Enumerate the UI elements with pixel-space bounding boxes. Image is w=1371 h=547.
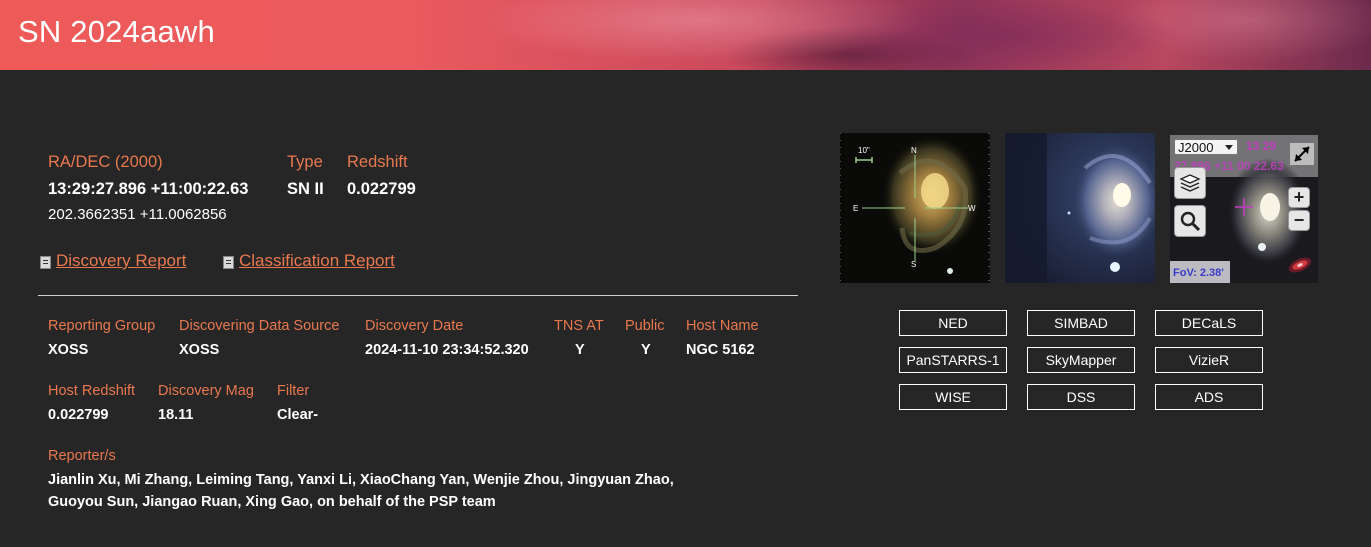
classification-report-link[interactable]: Classification Report [223, 251, 395, 271]
compass-south: S [911, 260, 916, 269]
filter-label: Filter [277, 383, 310, 399]
discovery-date-label: Discovery Date [365, 318, 464, 334]
tns-at-label: TNS AT [554, 318, 604, 334]
reporting-group-label: Reporting Group [48, 318, 156, 334]
page-title: SN 2024aawh [18, 14, 215, 49]
discovery-report-link[interactable]: Discovery Report [40, 251, 186, 271]
ned-button[interactable]: NED [899, 310, 1007, 336]
wise-button[interactable]: WISE [899, 384, 1007, 410]
header-banner: SN 2024aawh [0, 0, 1371, 70]
aladin-viewer[interactable]: J2000 13 29 27.896 +11 00 22.63 + − FoV:… [1170, 135, 1318, 283]
search-icon[interactable] [1174, 205, 1206, 237]
type-value: SN II [287, 180, 324, 198]
coords-label: RA/DEC (2000) [48, 153, 163, 171]
section-divider [38, 295, 798, 296]
host-name-value: NGC 5162 [686, 342, 755, 358]
finder-chart-image[interactable]: 10" N S E W [840, 133, 990, 283]
public-value: Y [641, 342, 651, 358]
galaxy-color-image[interactable] [1005, 133, 1155, 283]
document-icon [223, 255, 234, 269]
zoom-in-button[interactable]: + [1288, 187, 1310, 208]
reporters-label: Reporter/s [48, 448, 116, 464]
data-source-value: XOSS [179, 342, 220, 358]
host-redshift-label: Host Redshift [48, 383, 136, 399]
coordinate-frame-select[interactable]: J2000 [1174, 139, 1238, 155]
zoom-out-button[interactable]: − [1288, 210, 1310, 231]
data-source-label: Discovering Data Source [179, 318, 340, 334]
compass-north: N [911, 146, 917, 155]
finder-scale-label: 10" [858, 146, 870, 155]
public-label: Public [625, 318, 665, 334]
type-label: Type [287, 153, 323, 171]
fov-label: FoV: 2.38' [1173, 267, 1224, 279]
simbad-button[interactable]: SIMBAD [1027, 310, 1135, 336]
vizier-button[interactable]: VizieR [1155, 347, 1263, 373]
aladin-coord-line-1: 13 29 [1246, 139, 1277, 153]
discovery-date-value: 2024-11-10 23:34:52.320 [365, 342, 529, 358]
filter-value: Clear- [277, 407, 319, 423]
discovery-mag-value: 18.11 [158, 407, 194, 423]
host-redshift-value: 0.022799 [48, 407, 109, 423]
reporting-group-value: XOSS [48, 342, 89, 358]
layers-icon[interactable] [1174, 167, 1206, 199]
coords-sexagesimal: 13:29:27.896 +11:00:22.63 [48, 180, 249, 198]
classification-report-label: Classification Report [239, 251, 395, 270]
dss-button[interactable]: DSS [1027, 384, 1135, 410]
panstarrs-button[interactable]: PanSTARRS-1 [899, 347, 1007, 373]
fullscreen-icon[interactable] [1290, 143, 1314, 165]
decals-button[interactable]: DECaLS [1155, 310, 1263, 336]
reporters-line-1: Jianlin Xu, Mi Zhang, Leiming Tang, Yanx… [48, 472, 674, 488]
compass-east: E [853, 204, 858, 213]
coords-decimal: 202.3662351 +11.0062856 [48, 206, 227, 223]
host-name-label: Host Name [686, 318, 759, 334]
redshift-value: 0.022799 [347, 180, 416, 198]
discovery-mag-label: Discovery Mag [158, 383, 254, 399]
finder-chart-svg: 10" N S E W [840, 133, 990, 283]
reporters-line-2: Guoyou Sun, Jiangao Ruan, Xing Gao, on b… [48, 494, 496, 510]
compass-west: W [968, 204, 976, 213]
ads-button[interactable]: ADS [1155, 384, 1263, 410]
galaxy-color-svg [1005, 133, 1155, 283]
discovery-report-label: Discovery Report [56, 251, 187, 270]
tns-at-value: Y [575, 342, 585, 358]
redshift-label: Redshift [347, 153, 408, 171]
skymapper-button[interactable]: SkyMapper [1027, 347, 1135, 373]
document-icon [40, 255, 51, 269]
